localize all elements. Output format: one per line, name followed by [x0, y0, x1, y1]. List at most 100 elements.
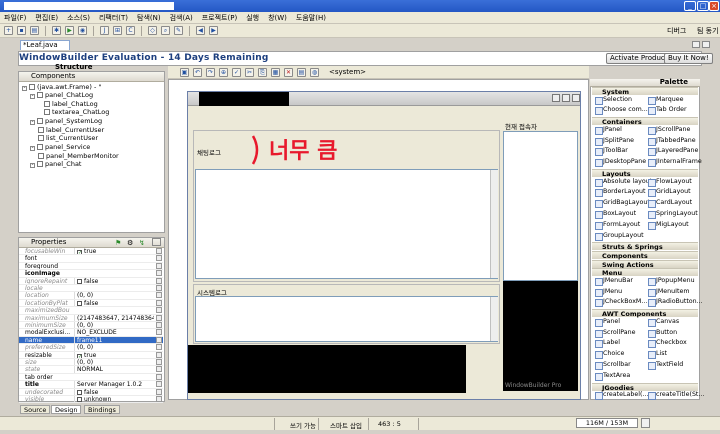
tree-item[interactable]: label_CurrentUser: [38, 126, 104, 134]
menu-item[interactable]: 소스(S): [67, 13, 90, 23]
save-icon[interactable]: ▪: [17, 26, 26, 35]
new-package-icon[interactable]: ⊞: [113, 26, 122, 35]
property-checkbox[interactable]: [77, 300, 82, 306]
new-java-project-icon[interactable]: J: [100, 26, 109, 35]
property-row[interactable]: maximumSize (2147483647, 2147483647): [19, 314, 163, 322]
property-row[interactable]: foreground: [19, 262, 163, 271]
property-edit-icon[interactable]: [156, 351, 162, 358]
tree-item[interactable]: - panel_ChatLog: [30, 91, 93, 99]
menu-item[interactable]: 창(W): [268, 13, 287, 23]
palette-item[interactable]: Canvas: [646, 318, 679, 327]
property-checkbox[interactable]: [77, 278, 82, 284]
palette-item[interactable]: JScrollPane: [646, 126, 690, 135]
palette-item[interactable]: JRadioButton...: [646, 298, 703, 308]
print-icon[interactable]: ▤: [30, 26, 39, 35]
palette-item[interactable]: JPopupMenu: [646, 277, 695, 286]
property-value[interactable]: frame11: [74, 336, 154, 344]
property-edit-icon[interactable]: [156, 277, 162, 284]
property-row[interactable]: state NORMAL: [19, 366, 163, 374]
property-edit-icon[interactable]: [156, 359, 162, 365]
perspective-debug[interactable]: 디버그: [667, 26, 686, 36]
chat-log-scrollbar[interactable]: [490, 170, 498, 278]
property-edit-icon[interactable]: [156, 366, 162, 373]
palette-item[interactable]: Choose com...: [593, 106, 648, 116]
palette-item[interactable]: createTitle(St...: [646, 391, 704, 401]
redo-icon[interactable]: ↷: [206, 67, 215, 77]
palette-item[interactable]: JLayeredPane: [646, 147, 698, 157]
editor-tab-leaf-java[interactable]: *Leaf.java: [20, 40, 70, 50]
property-value[interactable]: (0, 0): [74, 344, 154, 351]
menu-item[interactable]: 편집(E): [35, 13, 58, 23]
property-value[interactable]: false: [74, 388, 154, 395]
property-value[interactable]: ✓ true: [74, 248, 154, 255]
palette-item[interactable]: MigLayout: [646, 221, 689, 230]
system-log-scrollbar[interactable]: [490, 297, 498, 341]
palette-item[interactable]: JCheckBoxM...: [593, 298, 647, 308]
palette-item[interactable]: BoxLayout: [593, 210, 636, 219]
palette-item[interactable]: List: [646, 350, 667, 360]
tab-design[interactable]: Design: [51, 405, 82, 414]
paste-icon[interactable]: ▦: [271, 67, 280, 77]
property-row[interactable]: font: [19, 255, 163, 263]
palette-item[interactable]: Absolute layout: [593, 178, 652, 187]
property-edit-icon[interactable]: [156, 329, 162, 336]
palette-category[interactable]: Menu: [592, 268, 698, 277]
palette-category[interactable]: AWT Components: [592, 309, 698, 318]
property-value[interactable]: (2147483647, 2147483647): [74, 314, 154, 321]
palette-item[interactable]: JTabbedPane: [646, 137, 696, 146]
palette-category[interactable]: Layouts: [592, 169, 698, 178]
property-row[interactable]: ignoreRepaint false: [19, 277, 163, 285]
look-and-feel-select[interactable]: <system>: [329, 68, 366, 76]
palette-item[interactable]: Checkbox: [646, 339, 687, 349]
palette-item[interactable]: BorderLayout: [593, 188, 646, 198]
pencil-icon[interactable]: ✎: [174, 26, 183, 35]
copy-icon[interactable]: ⎘: [258, 67, 267, 77]
external-tools-icon[interactable]: ◉: [78, 26, 87, 35]
palette-item[interactable]: JSplitPane: [593, 137, 634, 146]
property-value[interactable]: (0, 0): [74, 322, 154, 329]
property-row[interactable]: resizable ✓ true: [19, 351, 163, 359]
property-edit-icon[interactable]: [156, 248, 162, 254]
palette-category[interactable]: System: [592, 87, 698, 96]
delete-icon[interactable]: ✕: [284, 67, 293, 77]
property-edit-icon[interactable]: [156, 285, 162, 291]
palette-item[interactable]: JMenuBar: [593, 277, 633, 286]
search-icon[interactable]: ⌕: [161, 26, 170, 35]
property-edit-icon[interactable]: [156, 255, 162, 262]
forward-icon[interactable]: ▶: [209, 26, 218, 35]
palette-item[interactable]: GridBagLayout: [593, 199, 650, 209]
property-row[interactable]: title Server Manager 1.0.2: [19, 381, 163, 389]
palette-item[interactable]: Tab Order: [646, 106, 687, 116]
menu-item[interactable]: 파일(F): [4, 13, 26, 23]
expand-toggle-icon[interactable]: -: [30, 120, 35, 125]
property-row[interactable]: tab order: [19, 373, 163, 382]
palette-item[interactable]: TextArea: [593, 372, 630, 381]
palette-item[interactable]: Marquee: [646, 96, 684, 105]
property-row[interactable]: visible unknown: [19, 396, 163, 404]
palette-item[interactable]: Choice: [593, 350, 624, 360]
zoom-icon[interactable]: ⊕: [219, 67, 228, 77]
property-row[interactable]: preferredSize (0, 0): [19, 344, 163, 352]
property-value[interactable]: Server Manager 1.0.2: [74, 381, 154, 388]
property-row[interactable]: size (0, 0): [19, 359, 163, 367]
editor-minimize-icon[interactable]: [692, 41, 700, 48]
property-row[interactable]: name frame11: [19, 336, 163, 345]
property-value[interactable]: (0, 0): [74, 292, 154, 299]
tree-item[interactable]: - panel_Chat: [30, 160, 81, 168]
heap-status[interactable]: 116M / 153M: [576, 418, 638, 428]
property-value[interactable]: false: [74, 299, 154, 307]
editor-maximize-icon[interactable]: [702, 41, 710, 48]
property-checkbox[interactable]: [77, 397, 82, 402]
expand-toggle-icon[interactable]: -: [22, 86, 27, 91]
property-row[interactable]: locationByPlat false: [19, 299, 163, 308]
property-checkbox[interactable]: ✓: [77, 353, 82, 358]
property-value[interactable]: false: [74, 277, 154, 284]
close-icon[interactable]: ×: [709, 1, 719, 11]
menu-item[interactable]: 프로젝트(P): [202, 13, 237, 23]
palette-item[interactable]: JMenuItem: [646, 288, 689, 297]
run-icon[interactable]: ▶: [65, 26, 74, 35]
palette-item[interactable]: Panel: [593, 318, 620, 327]
palette-item[interactable]: JMenu: [593, 288, 622, 297]
palette-item[interactable]: GridLayout: [646, 188, 691, 198]
minimize-icon[interactable]: _: [684, 1, 696, 11]
